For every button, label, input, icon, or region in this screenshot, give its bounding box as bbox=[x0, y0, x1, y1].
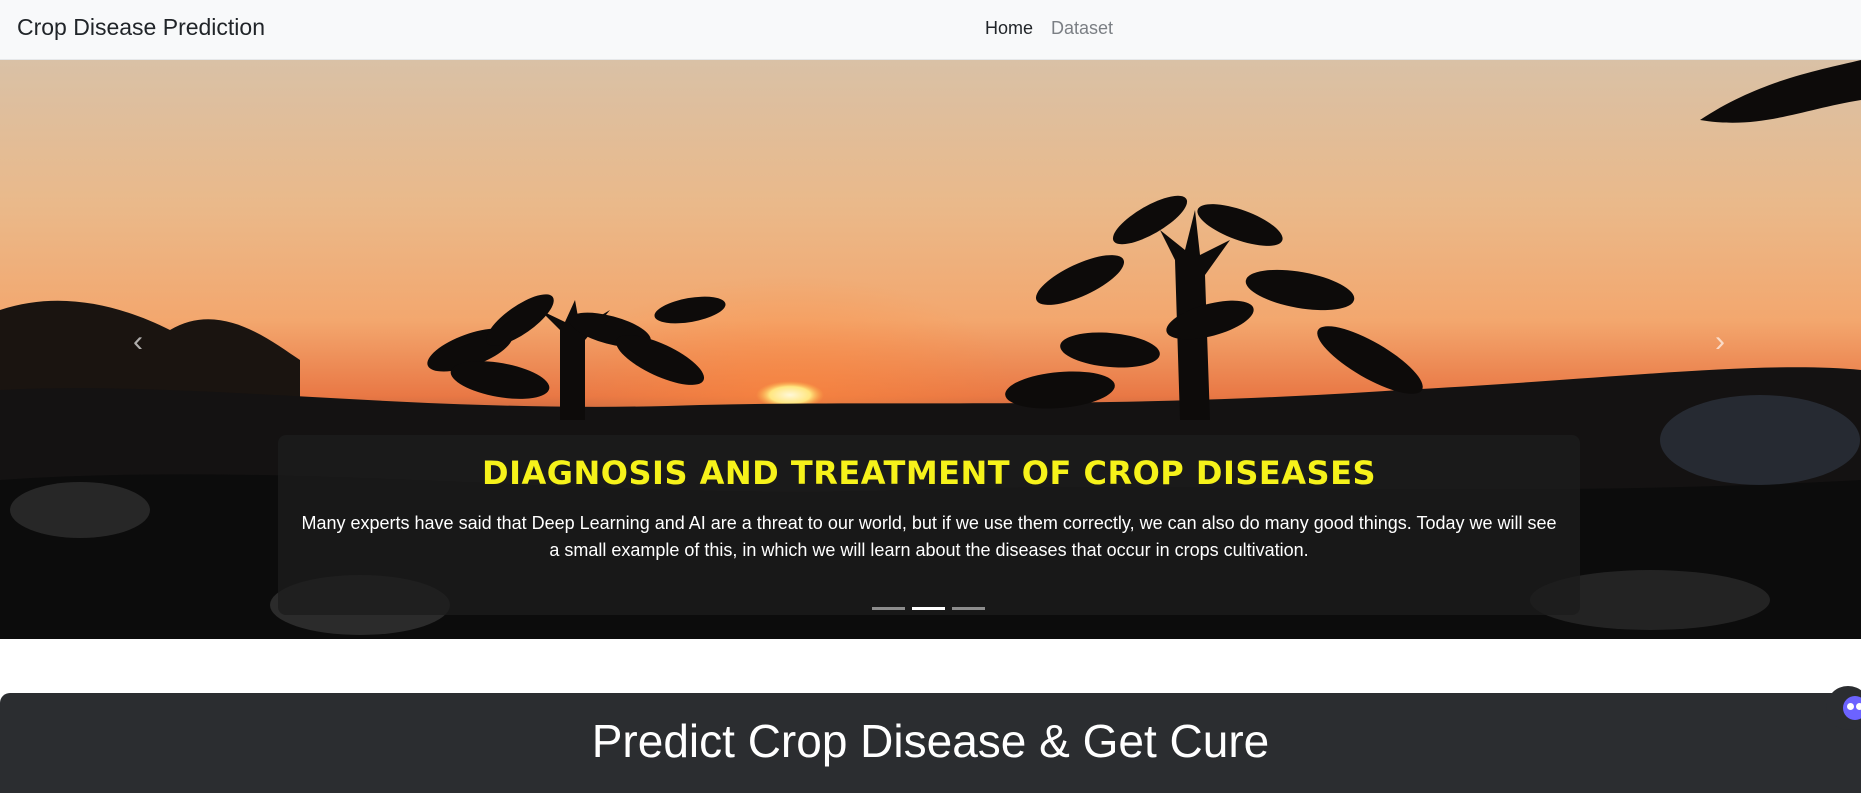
carousel-indicator-1[interactable] bbox=[872, 607, 905, 610]
carousel-indicator-2[interactable] bbox=[912, 607, 945, 610]
nav-link-home[interactable]: Home bbox=[985, 18, 1033, 39]
bot-eye-left bbox=[1847, 703, 1854, 710]
carousel-prev-button[interactable]: ‹ bbox=[118, 322, 158, 362]
bot-eye-right bbox=[1856, 703, 1861, 710]
navbar: Crop Disease Prediction Home Dataset bbox=[0, 0, 1861, 60]
chevron-right-icon: › bbox=[1715, 325, 1725, 358]
chevron-left-icon: ‹ bbox=[133, 325, 143, 358]
caption-text: Many experts have said that Deep Learnin… bbox=[301, 513, 1557, 560]
navbar-brand[interactable]: Crop Disease Prediction bbox=[17, 14, 265, 41]
carousel-indicator-3[interactable] bbox=[952, 607, 985, 610]
hero-carousel: ‹ › DIAGNOSIS AND TREATMENT OF CROP DISE… bbox=[0, 60, 1861, 639]
carousel-caption: DIAGNOSIS AND TREATMENT OF CROP DISEASES… bbox=[278, 435, 1580, 615]
carousel-next-button[interactable]: › bbox=[1700, 322, 1740, 362]
nav-links: Home Dataset bbox=[985, 18, 1113, 39]
carousel-indicators bbox=[872, 607, 985, 610]
predict-jumbotron: Predict Crop Disease & Get Cure bbox=[0, 693, 1861, 793]
caption-title: DIAGNOSIS AND TREATMENT OF CROP DISEASES bbox=[482, 454, 1376, 492]
nav-link-dataset[interactable]: Dataset bbox=[1051, 18, 1113, 39]
jumbotron-title: Predict Crop Disease & Get Cure bbox=[591, 715, 1270, 767]
